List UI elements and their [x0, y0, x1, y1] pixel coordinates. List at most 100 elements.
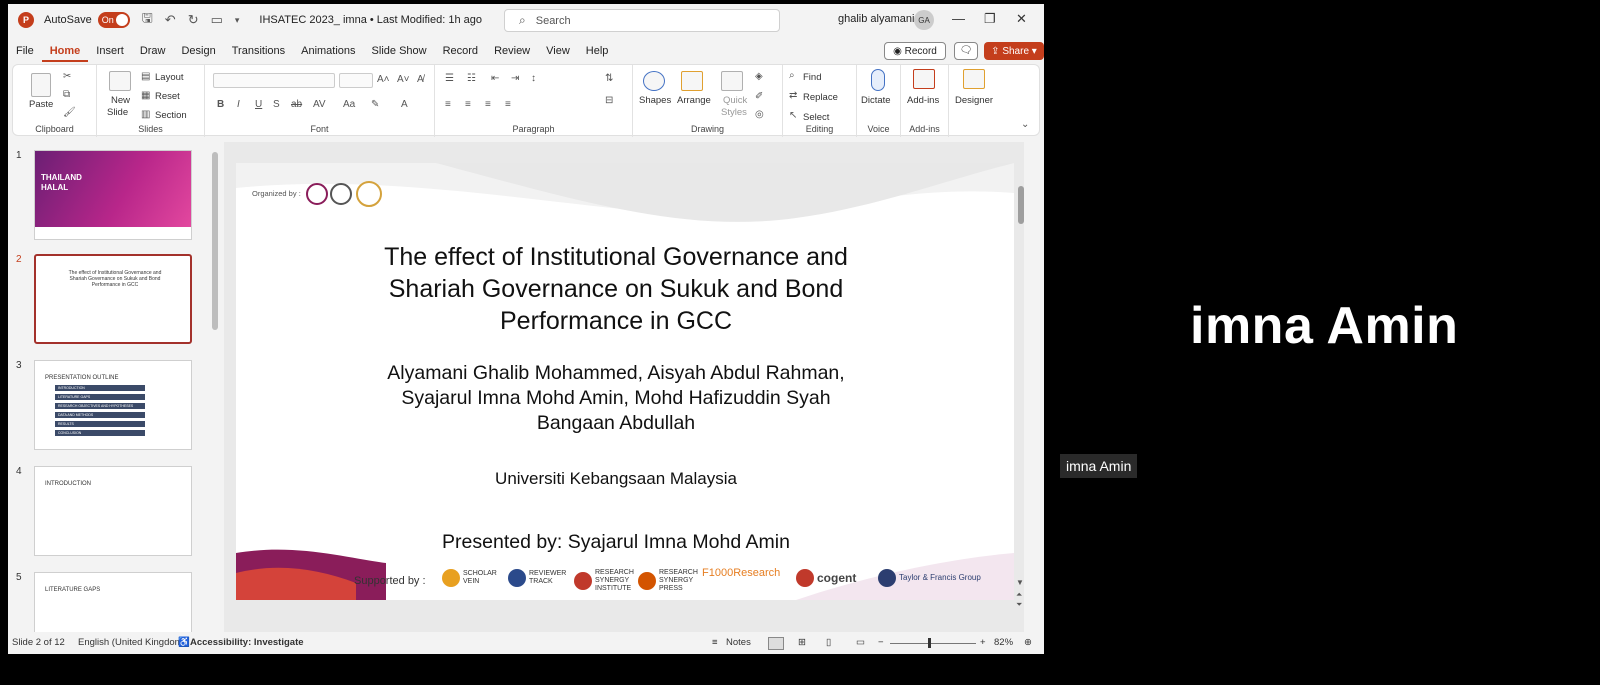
italic-icon[interactable]: I [237, 99, 240, 110]
slide-title[interactable]: The effect of Institutional Governance a… [296, 241, 936, 337]
thumbnails-scrollbar[interactable] [212, 152, 218, 330]
comment-button[interactable]: 🗨 [954, 42, 978, 60]
font-color-icon[interactable]: A [401, 99, 408, 110]
underline-icon[interactable]: U [255, 99, 262, 110]
search-input[interactable]: ⌕ Search [504, 9, 780, 32]
tab-insert[interactable]: Insert [88, 40, 132, 62]
cut-icon[interactable]: ✂ [63, 71, 71, 82]
slide-presenter[interactable]: Presented by: Syajarul Imna Mohd Amin [296, 531, 936, 554]
clear-format-icon[interactable]: A̸ [417, 74, 424, 85]
tab-design[interactable]: Design [173, 40, 223, 62]
quick-styles-label[interactable]: Quick [723, 95, 747, 106]
align-center-icon[interactable]: ≡ [465, 99, 471, 110]
undo-icon[interactable]: ↶ [165, 12, 176, 28]
replace-button[interactable]: Replace [803, 92, 838, 103]
redo-icon[interactable]: ↻ [188, 12, 199, 28]
document-title[interactable]: IHSATEC 2023_ imna • Last Modified: 1h a… [259, 14, 482, 26]
tab-slide-show[interactable]: Slide Show [364, 40, 435, 62]
align-text-icon[interactable]: ⊟ [605, 95, 613, 106]
new-slide-label-2[interactable]: Slide [107, 107, 128, 118]
copy-icon[interactable]: ⧉ [63, 89, 70, 100]
arrange-button[interactable]: Arrange [677, 95, 711, 106]
notes-button[interactable]: Notes [726, 637, 751, 648]
restore-icon[interactable]: ❐ [984, 11, 996, 27]
highlight-icon[interactable]: ✎ [371, 99, 379, 110]
ribbon-expand-icon[interactable]: ⌄ [1021, 119, 1029, 130]
select-button[interactable]: Select [803, 112, 829, 123]
zoom-slider[interactable] [890, 643, 976, 644]
align-right-icon[interactable]: ≡ [485, 99, 491, 110]
slide-thumbnail-2[interactable]: The effect of Institutional Governance a… [34, 254, 192, 344]
decrease-indent-icon[interactable]: ⇤ [491, 73, 499, 84]
quick-styles-label-2[interactable]: Styles [721, 107, 747, 118]
current-slide[interactable]: Organized by : The effect of Institution… [236, 163, 1014, 600]
tab-help[interactable]: Help [578, 40, 617, 62]
minimize-icon[interactable]: — [952, 11, 965, 26]
zoom-level[interactable]: 82% [994, 637, 1013, 648]
tab-transitions[interactable]: Transitions [224, 40, 293, 62]
slide-thumbnail-1[interactable]: THAILAND HALAL [34, 150, 192, 240]
justify-icon[interactable]: ≡ [505, 99, 511, 110]
layout-button[interactable]: Layout [155, 72, 184, 83]
designer-button[interactable]: Designer [955, 95, 993, 106]
share-button[interactable]: ⇪ Share ▾ [984, 42, 1044, 60]
tab-record[interactable]: Record [435, 40, 486, 62]
shapes-button[interactable]: Shapes [639, 95, 671, 106]
reset-button[interactable]: Reset [155, 91, 180, 102]
zoom-in-icon[interactable]: + [980, 637, 986, 648]
strikethrough-icon[interactable]: ab [291, 99, 302, 110]
increase-indent-icon[interactable]: ⇥ [511, 73, 519, 84]
quick-styles-icon[interactable] [721, 71, 743, 91]
addins-button[interactable]: Add-ins [907, 95, 939, 106]
new-slide-label[interactable]: New [111, 95, 130, 106]
arrange-icon[interactable] [681, 71, 703, 91]
shrink-font-icon[interactable]: A˅ [397, 74, 410, 85]
slide-university[interactable]: Universiti Kebangsaan Malaysia [296, 469, 936, 489]
find-button[interactable]: Find [803, 72, 821, 83]
shape-fill-icon[interactable]: ◈ [755, 71, 763, 82]
align-left-icon[interactable]: ≡ [445, 99, 451, 110]
line-spacing-icon[interactable]: ↕ [531, 73, 536, 84]
zoom-out-icon[interactable]: − [878, 637, 884, 648]
tab-home[interactable]: Home [41, 40, 89, 62]
shapes-icon[interactable] [643, 71, 665, 91]
save-icon[interactable]: 🖫 [142, 9, 153, 31]
zoom-slider-thumb[interactable] [928, 638, 931, 648]
normal-view-icon[interactable] [768, 637, 784, 650]
language-indicator[interactable]: English (United Kingdom) [78, 637, 186, 648]
grow-font-icon[interactable]: A˄ [377, 74, 390, 85]
close-icon[interactable]: ✕ [1016, 11, 1027, 27]
microphone-icon[interactable] [871, 69, 885, 91]
customize-qat-icon[interactable]: ▾ [235, 15, 240, 26]
slide-thumbnail-4[interactable]: INTRODUCTION [34, 466, 192, 556]
section-button[interactable]: Section [155, 110, 187, 121]
fit-to-window-icon[interactable]: ⊕ [1024, 637, 1032, 648]
present-icon[interactable]: ▭ [211, 12, 223, 28]
paste-icon[interactable] [31, 73, 51, 97]
change-case-icon[interactable]: Aa [343, 99, 355, 110]
new-slide-icon[interactable] [109, 71, 131, 91]
tab-view[interactable]: View [538, 40, 578, 62]
text-direction-icon[interactable]: ⇅ [605, 73, 613, 84]
numbering-icon[interactable]: ☷ [467, 73, 476, 84]
tab-draw[interactable]: Draw [132, 40, 174, 62]
record-button[interactable]: ◉ Record [884, 42, 946, 60]
dictate-button[interactable]: Dictate [861, 95, 891, 106]
user-name[interactable]: ghalib alyamani [838, 13, 914, 25]
designer-icon[interactable] [963, 69, 985, 89]
shape-outline-icon[interactable]: ✐ [755, 91, 763, 102]
next-slide-icon[interactable]: ⏷ [1016, 600, 1022, 610]
accessibility-status[interactable]: Accessibility: Investigate [190, 637, 304, 648]
shape-effects-icon[interactable]: ◎ [755, 109, 764, 120]
bullets-icon[interactable]: ☰ [445, 73, 454, 84]
paste-label[interactable]: Paste [29, 99, 53, 110]
slide-thumbnail-3[interactable]: PRESENTATION OUTLINE INTRODUCTION LITERA… [34, 360, 192, 450]
scroll-down-icon[interactable]: ▼ [1016, 578, 1024, 587]
slide-thumbnail-5[interactable]: LITERATURE GAPS [34, 572, 192, 632]
previous-slide-icon[interactable]: ⏶ [1016, 590, 1022, 600]
font-size-select[interactable] [339, 73, 373, 88]
slide-sorter-icon[interactable]: ⊞ [798, 637, 806, 648]
bold-icon[interactable]: B [217, 99, 224, 110]
slide-authors[interactable]: Alyamani Ghalib Mohammed, Aisyah Abdul R… [296, 361, 936, 436]
tab-file[interactable]: File [8, 40, 42, 62]
